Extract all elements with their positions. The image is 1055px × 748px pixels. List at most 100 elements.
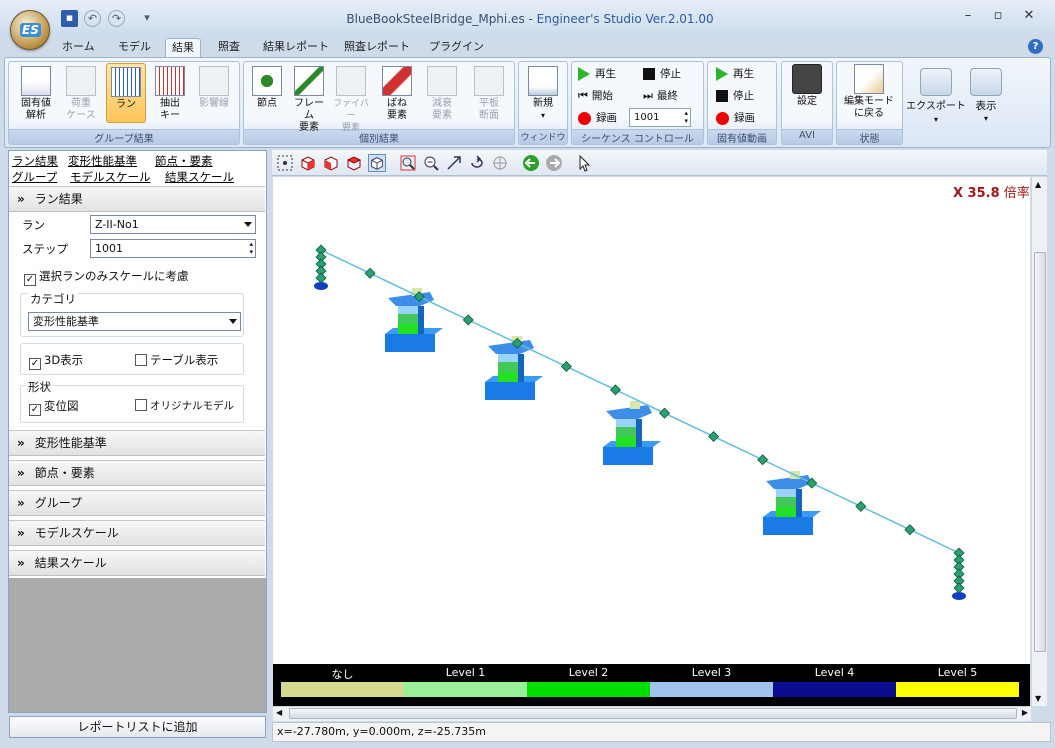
spring-element-button[interactable]: ばね 要素 xyxy=(379,66,415,122)
view-front-icon[interactable] xyxy=(299,154,317,172)
tab-check[interactable]: 照査 xyxy=(212,38,246,58)
show-3d-label: 3D表示 xyxy=(44,353,84,367)
tab-home[interactable]: ホーム xyxy=(56,38,101,58)
forward-arrow-icon[interactable] xyxy=(545,154,563,172)
influence-line-button[interactable]: 影響線 xyxy=(196,66,232,122)
zoom-window-icon[interactable] xyxy=(399,154,417,172)
horizontal-scroll-thumb[interactable] xyxy=(289,708,1017,719)
tab-check-report[interactable]: 照査レポート xyxy=(338,38,416,58)
seq-start-button[interactable]: ⏮ 開始 xyxy=(578,87,613,105)
plate-section-button[interactable]: 平板 断面 xyxy=(471,66,507,122)
close-button[interactable]: ✕ xyxy=(1015,6,1043,26)
tab-plugin[interactable]: プラグイン xyxy=(423,38,490,58)
pier-column-side xyxy=(418,306,424,334)
link-run-results[interactable]: ラン結果 xyxy=(12,153,58,169)
vertical-scrollbar[interactable]: ▲ ▼ xyxy=(1031,177,1047,706)
tab-results[interactable]: 結果 xyxy=(165,38,201,58)
step-spinner-arrows-icon[interactable]: ▴ ▾ xyxy=(249,240,253,256)
view-iso-icon[interactable] xyxy=(368,154,386,172)
run-results-header[interactable]: » ラン結果 xyxy=(9,186,265,212)
node-button[interactable]: 節点 xyxy=(249,66,285,122)
node-marker xyxy=(315,272,327,284)
influence-line-label: 影響線 xyxy=(199,98,229,109)
link-deformation-criteria[interactable]: 変形性能基準 xyxy=(68,153,137,169)
avi-title: AVI xyxy=(782,129,832,144)
scroll-right-icon[interactable]: ▶ xyxy=(1022,708,1028,717)
scale-run-only-checkbox[interactable]: ✓ 選択ランのみスケールに考慮 xyxy=(24,268,189,286)
seq-record-label: 録画 xyxy=(596,112,617,124)
skip-end-icon: ⏭ xyxy=(643,89,653,102)
new-window-button[interactable]: 新規 ▾ xyxy=(525,66,561,122)
scroll-down-icon[interactable]: ▼ xyxy=(1035,694,1041,703)
fiber-element-button[interactable]: ファイバー 要素 xyxy=(333,66,369,133)
horizontal-scrollbar[interactable]: ◀ ▶ xyxy=(273,706,1031,721)
eigen-analysis-button[interactable]: 固有値 解析 xyxy=(18,66,54,122)
avi-settings-button[interactable]: 設定 xyxy=(789,64,825,120)
damping-element-icon xyxy=(427,66,457,96)
save-icon[interactable]: ▪ xyxy=(61,10,78,27)
application-button[interactable]: ES xyxy=(10,10,50,50)
redo-icon[interactable]: ↷ xyxy=(108,10,125,27)
original-model-checkbox[interactable]: オリジナルモデル xyxy=(135,398,234,413)
link-nodes-elements[interactable]: 節点・要素 xyxy=(155,153,213,169)
show-3d-checkbox[interactable]: ✓ 3D表示 xyxy=(29,352,83,370)
pier-column-segment xyxy=(398,314,418,324)
section-deformation-criteria[interactable]: » 変形性能基準 xyxy=(9,430,265,456)
vertical-scroll-thumb[interactable] xyxy=(1034,252,1046,652)
load-case-button[interactable]: 荷重 ケース xyxy=(63,66,99,122)
spinner-arrows-icon[interactable]: ▴ ▾ xyxy=(684,109,688,125)
section-model-scale[interactable]: » モデルスケール xyxy=(9,520,265,546)
eigen-record-button[interactable]: 録画 xyxy=(716,109,755,127)
displacement-checkbox[interactable]: ✓ 変位図 xyxy=(29,398,79,416)
step-spinner-value: 1001 xyxy=(95,242,123,255)
back-arrow-icon[interactable] xyxy=(522,154,540,172)
seq-record-button[interactable]: 録画 xyxy=(578,109,617,127)
eigen-play-button[interactable]: 再生 xyxy=(716,65,754,83)
run-button[interactable]: ラン xyxy=(106,63,146,123)
eigen-analysis-icon xyxy=(21,66,51,96)
minimize-button[interactable]: – xyxy=(954,6,982,26)
rotate-icon[interactable] xyxy=(468,154,486,172)
undo-icon[interactable]: ↶ xyxy=(84,10,101,27)
export-label: エクスポート xyxy=(906,101,966,112)
back-to-edit-button[interactable]: 編集モード に戻る xyxy=(839,64,899,120)
extract-key-button[interactable]: 抽出 キー xyxy=(152,66,188,122)
zoom-out-icon[interactable] xyxy=(422,154,440,172)
view-side-icon[interactable] xyxy=(322,154,340,172)
link-result-scale[interactable]: 結果スケール xyxy=(165,169,234,185)
view-top-icon[interactable] xyxy=(345,154,363,172)
fit-all-icon[interactable] xyxy=(276,154,294,172)
node-marker xyxy=(659,407,671,419)
link-model-scale[interactable]: モデルスケール xyxy=(70,169,151,185)
table-view-checkbox[interactable]: テーブル表示 xyxy=(135,352,218,368)
export-button[interactable]: エクスポート ▾ xyxy=(906,62,966,144)
quick-access-dropdown-icon[interactable]: ▾ xyxy=(142,10,152,27)
maximize-button[interactable]: ▫ xyxy=(984,6,1012,26)
add-to-report-list-button[interactable]: レポートリストに追加 xyxy=(9,716,266,738)
frame-spinner[interactable]: 1001 ▴ ▾ xyxy=(629,108,691,127)
category-select[interactable]: 変形性能基準 xyxy=(28,312,241,331)
select-cursor-icon[interactable] xyxy=(576,154,594,172)
seq-stop-button[interactable]: 停止 xyxy=(643,65,681,83)
seq-last-button[interactable]: ⏭ 最終 xyxy=(643,87,678,105)
link-group[interactable]: グループ xyxy=(12,169,57,185)
step-spinner[interactable]: 1001 ▴ ▾ xyxy=(90,239,256,258)
table-view-label: テーブル表示 xyxy=(150,353,219,367)
target-icon[interactable] xyxy=(491,154,509,172)
scroll-left-icon[interactable]: ◀ xyxy=(276,708,282,717)
section-nodes-elements[interactable]: » 節点・要素 xyxy=(9,460,265,486)
fiber-element-icon xyxy=(336,66,366,96)
damping-element-button[interactable]: 減衰 要素 xyxy=(424,66,460,122)
frame-element-button[interactable]: フレーム 要素 xyxy=(291,66,327,133)
scroll-up-icon[interactable]: ▲ xyxy=(1035,180,1041,189)
pan-icon[interactable] xyxy=(445,154,463,172)
seq-play-button[interactable]: 再生 xyxy=(578,65,616,83)
section-result-scale[interactable]: » 結果スケール xyxy=(9,550,265,576)
tab-model[interactable]: モデル xyxy=(112,38,157,58)
display-button[interactable]: 表示 ▾ xyxy=(964,62,1008,144)
run-select[interactable]: Z-II-No1 xyxy=(90,215,256,234)
eigen-stop-button[interactable]: 停止 xyxy=(716,87,754,105)
tab-result-report[interactable]: 結果レポート xyxy=(257,38,335,58)
section-group[interactable]: » グループ xyxy=(9,490,265,516)
help-icon[interactable]: ? xyxy=(1028,39,1043,54)
